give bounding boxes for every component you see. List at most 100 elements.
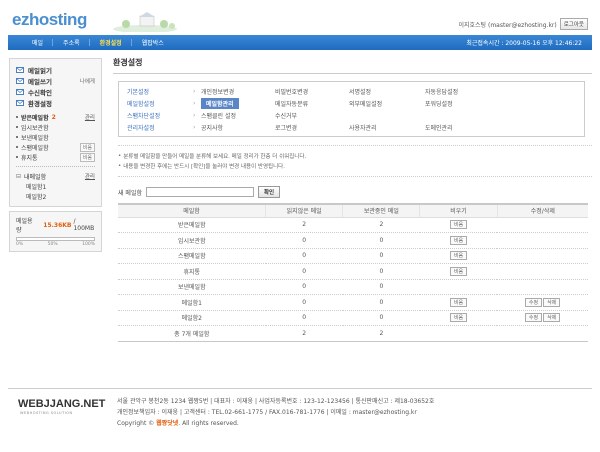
folder-name-cell: 휴지통: [118, 263, 266, 280]
empty-button[interactable]: 비움: [449, 313, 468, 323]
folder-name-cell: 스팸메일함: [118, 248, 266, 264]
total-edit-cell: [497, 325, 588, 342]
settings-link[interactable]: 자동응답설정: [425, 85, 495, 97]
table-row: 메일함1 0 0 비움 수정 삭제: [118, 294, 588, 311]
settings-link[interactable]: 스팸클린 설정: [201, 109, 275, 121]
top-navigation: 메일 주소록 환경설정 웹팝박스 최근접속시간 : 2009-05-16 오후 12:…: [8, 35, 592, 50]
table-header: 메일함 읽지않은 메일 보관중인 메일 비우기 수정/삭제: [118, 203, 588, 218]
nav-item[interactable]: 주소록: [53, 35, 90, 50]
system-folders: 임시보관함보낸메일함 스팸메일함 비움 휴지통 비움: [16, 122, 95, 162]
settings-link[interactable]: 사용자관리: [349, 121, 425, 133]
edit-delete-cell: [497, 217, 588, 233]
edit-delete-cell: [497, 279, 588, 295]
quota-scale: 0% 50% 100%: [16, 242, 95, 247]
table-row: 임시보관함 0 0 비움: [118, 232, 588, 249]
arrow-icon: ›: [193, 111, 196, 119]
nav-item[interactable]: 메일: [22, 35, 54, 50]
new-folder-input[interactable]: [146, 187, 254, 197]
settings-link: [425, 109, 495, 121]
bullet-icon: [16, 146, 18, 148]
settings-link[interactable]: 로그변경: [275, 121, 349, 133]
bullet-icon: [16, 126, 18, 128]
stored-count-cell: 0: [342, 310, 420, 326]
settings-link[interactable]: 포워딩설정: [425, 97, 495, 109]
folder-table: 메일함 읽지않은 메일 보관중인 메일 비우기 수정/삭제 받은메일함 2 2 비움 임시보관함…: [118, 203, 588, 342]
settings-category[interactable]: 메일함설정: [127, 97, 193, 109]
empty-folder-button[interactable]: 비움: [79, 152, 95, 162]
site-logo[interactable]: ezhosting: [12, 10, 87, 30]
settings-link-label: 로그변경: [275, 124, 298, 132]
my-folders-header: ⊟ 내메일함 관리: [16, 171, 95, 181]
logout-button[interactable]: 로그아웃: [559, 18, 588, 30]
settings-category[interactable]: 기본설정: [127, 85, 193, 97]
empty-button[interactable]: 비움: [449, 251, 468, 261]
settings-link[interactable]: 개인정보변경: [201, 85, 275, 97]
settings-category[interactable]: 관리자설정: [127, 121, 193, 133]
stored-count-cell: 0: [342, 263, 420, 280]
quota-bar: [16, 237, 95, 241]
empty-button[interactable]: 비움: [449, 297, 468, 307]
delete-button[interactable]: 삭제: [543, 313, 561, 323]
empty-folder-button[interactable]: 비움: [79, 142, 95, 152]
column-header: 비우기: [419, 203, 498, 218]
edit-button[interactable]: 수정: [524, 297, 543, 307]
folder-label: 보낸메일함: [21, 134, 49, 142]
settings-link-label: 공지사항: [201, 124, 224, 132]
settings-link[interactable]: 메일자동분류: [275, 97, 349, 109]
delete-button[interactable]: 삭제: [543, 297, 561, 307]
edit-delete-cell: [497, 232, 588, 249]
empty-cell: 비움: [419, 248, 498, 264]
folder-name-cell: 메일함2: [118, 310, 266, 326]
settings-link[interactable]: 비밀번호변경: [275, 85, 349, 97]
to-me-link[interactable]: 나에게: [80, 77, 95, 85]
sidebar-item-label: 수신확인: [28, 88, 52, 97]
my-folder-item[interactable]: 메일함1: [16, 181, 95, 191]
sidebar-item[interactable]: 수신확인: [16, 86, 95, 97]
empty-button[interactable]: 비움: [449, 235, 468, 245]
settings-category[interactable]: 스팸차단설정: [127, 109, 193, 121]
footer-logo-sub: WEBHOSTING SOLUTION: [20, 411, 73, 415]
my-folder-manage-link[interactable]: 관리: [85, 172, 95, 180]
notice-item: • 내용을 변경한 후에는 반드시 [확인]을 눌러야 변경 내용이 반영됩니다.: [118, 161, 592, 171]
folder-item[interactable]: 임시보관함: [16, 122, 95, 132]
nav-item[interactable]: 웹팝박스: [132, 35, 174, 50]
folder-item[interactable]: 스팸메일함 비움: [16, 142, 95, 152]
footer-divider: [8, 388, 592, 389]
settings-link[interactable]: 도메인관리: [425, 121, 495, 133]
settings-link[interactable]: 공지사항: [201, 121, 275, 133]
table-body: 받은메일함 2 2 비움 임시보관함 0 0 비움 스팸메일함 0 0 비움 휴지통 0 0 비움 보낸메일함 0…: [118, 217, 588, 342]
settings-link[interactable]: 서명설정: [349, 85, 425, 97]
inbox-folder[interactable]: 받은메일함 2 관리: [16, 112, 95, 122]
bullet-icon: [16, 116, 18, 118]
folder-item[interactable]: 휴지통 비움: [16, 152, 95, 162]
settings-link-label: 수신거부: [275, 112, 298, 120]
sidebar-item[interactable]: 환경설정: [16, 97, 95, 108]
empty-button[interactable]: 비움: [449, 266, 468, 276]
quota-scale-label: 100%: [82, 242, 95, 247]
settings-link[interactable]: 외부메일설정: [349, 97, 425, 109]
arrow-icon: ›: [193, 99, 196, 107]
quota-total: / 100MB: [73, 218, 95, 232]
sidebar-item[interactable]: 메일읽기: [16, 64, 95, 75]
stored-count-cell: 2: [342, 217, 420, 233]
column-header: 읽지않은 메일: [265, 203, 344, 218]
edit-button[interactable]: 수정: [524, 313, 543, 323]
page-title: 환경설정: [113, 57, 592, 74]
folder-manage-link[interactable]: 관리: [85, 113, 95, 121]
my-folder-item[interactable]: 메일함2: [16, 191, 95, 201]
empty-button[interactable]: 비움: [449, 220, 468, 230]
settings-link-label: 서명설정: [349, 88, 372, 96]
nav-item[interactable]: 환경설정: [90, 35, 132, 50]
settings-link[interactable]: 수신거부: [275, 109, 349, 121]
unread-count-cell: 0: [265, 294, 343, 311]
folder-item[interactable]: 보낸메일함: [16, 132, 95, 142]
sidebar-item[interactable]: 메일쓰기 나에게: [16, 75, 95, 86]
my-folders-list: 메일함1 메일함2: [16, 181, 95, 201]
notice-item: • 분류별 메일함을 만들어 메일을 분류해 보세요. 메일 정리가 한층 더 쉬…: [118, 151, 592, 161]
user-info: 이지호스팅 (master@ezhosting.kr) 로그아웃: [458, 18, 588, 30]
unread-count-cell: 0: [265, 263, 343, 280]
settings-menu: 기본설정 › 개인정보변경 비밀번호변경 서명설정 자동응답설정 메일함설정 › 메일함관리 메일…: [118, 81, 585, 137]
minus-icon[interactable]: ⊟: [16, 173, 21, 180]
settings-link[interactable]: 메일함관리: [201, 97, 275, 109]
confirm-button[interactable]: 확인: [258, 186, 281, 198]
